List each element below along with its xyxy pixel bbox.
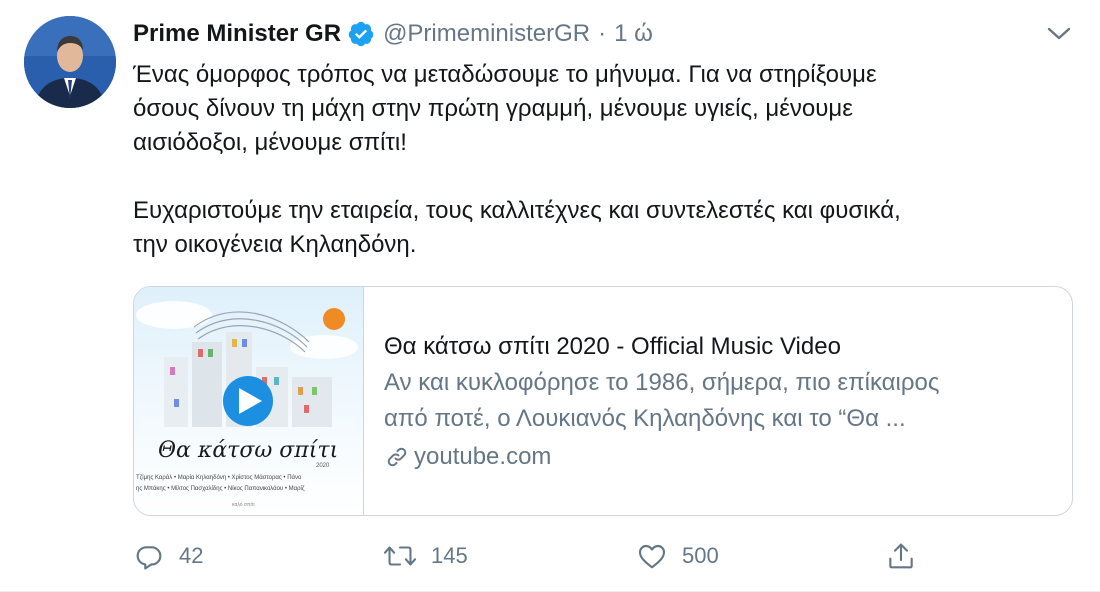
author-handle[interactable]: @PrimeministerGR [383,20,590,48]
link-icon [384,444,410,470]
video-thumbnail[interactable]: Θα κάτσω σπίτι 2020 Τζίμης Καράλ • Μαρία… [134,287,364,515]
thumbnail-title: Θα κάτσω σπίτι [158,438,338,463]
author-name[interactable]: Prime Minister GR [133,20,341,48]
like-button[interactable]: 500 [636,536,719,576]
play-icon[interactable] [223,376,273,426]
tweet-text: Ένας όμορφος τρόπος να μεταδώσουμε το μή… [133,61,901,258]
share-button[interactable] [885,536,917,576]
reply-button[interactable]: 42 [133,536,203,576]
chevron-down-icon[interactable] [1042,20,1076,48]
tweet-body: Prime Minister GR @PrimeministerGR · 1 ώ… [133,14,1076,570]
card-info: Θα κάτσω σπίτι 2020 - Official Music Vid… [364,287,939,515]
like-count: 500 [682,543,719,568]
thumbnail-footer: καλό σπίτι [232,501,255,508]
tweet-timestamp[interactable]: 1 ώ [614,20,653,48]
tweet-actions: 42 145 500 [133,536,933,576]
avatar[interactable] [24,16,116,108]
share-icon [885,540,917,572]
heart-icon [636,540,668,572]
card-title[interactable]: Θα κάτσω σπίτι 2020 - Official Music Vid… [384,329,939,365]
separator-dot: · [598,20,607,47]
card-description-line2: από ποτέ, ο Λουκιανός Κηλαηδόνης και το … [384,405,906,432]
reply-count: 42 [179,543,204,568]
retweet-count: 145 [431,543,468,568]
retweet-button[interactable]: 145 [383,536,468,576]
verified-badge-icon [347,20,375,48]
reply-icon [133,540,165,572]
thumbnail-credits-line2: ης Μπάκης • Μίλτος Πασχαλίδης • Νίκος Πα… [136,485,305,492]
retweet-icon [383,540,417,572]
thumbnail-year: 2020 [316,463,330,469]
tweet-header: Prime Minister GR @PrimeministerGR · 1 ώ [133,14,1076,54]
card-domain: youtube.com [414,443,552,470]
thumbnail-credits-line1: Τζίμης Καράλ • Μαρία Κηλαηδόνη • Χρίστος… [136,474,302,481]
card-domain-row: youtube.com [384,439,939,475]
tweet[interactable]: Prime Minister GR @PrimeministerGR · 1 ώ… [0,0,1100,592]
link-preview-card[interactable]: Θα κάτσω σπίτι 2020 Τζίμης Καράλ • Μαρία… [133,286,1073,516]
card-description-line1: Αν και κυκλοφόρησε το 1986, σήμερα, πιο … [384,369,940,396]
